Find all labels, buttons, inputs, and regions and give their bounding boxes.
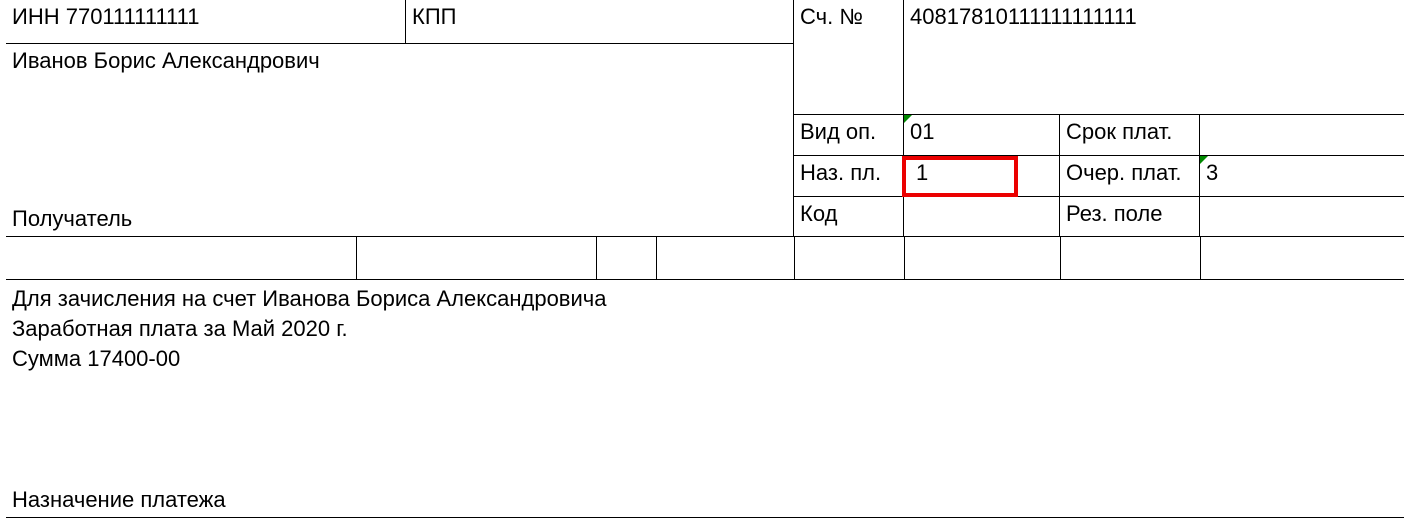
divider bbox=[1200, 237, 1201, 279]
excel-error-indicator-icon bbox=[904, 115, 912, 123]
srok-plat-label: Срок плат. bbox=[1066, 119, 1172, 144]
recipient-label: Получатель bbox=[12, 206, 132, 232]
kod-label: Код bbox=[800, 201, 837, 226]
purpose-line-1: Для зачисления на счет Иванова Бориса Ал… bbox=[12, 286, 606, 312]
vid-op-value: 01 bbox=[910, 119, 934, 144]
rez-pole-label: Рез. поле bbox=[1066, 201, 1163, 226]
purpose-line-3: Сумма 17400-00 bbox=[12, 346, 180, 372]
excel-error-indicator-icon bbox=[1200, 156, 1208, 164]
recipient-block: Иванов Борис Александрович Получатель bbox=[6, 44, 794, 237]
spacer-row bbox=[6, 237, 1404, 280]
kod-label-cell: Код bbox=[794, 197, 904, 237]
divider bbox=[656, 237, 657, 279]
purpose-label: Назначение платежа bbox=[12, 487, 226, 513]
divider bbox=[794, 237, 795, 279]
ocher-plat-value-cell: 3 bbox=[1200, 156, 1404, 197]
kod-value-cell bbox=[904, 197, 1060, 237]
recipient-name: Иванов Борис Александрович bbox=[12, 48, 320, 74]
divider bbox=[356, 237, 357, 279]
rez-pole-value-cell bbox=[1200, 197, 1404, 237]
naz-pl-label-cell: Наз. пл. bbox=[794, 156, 904, 197]
srok-plat-value-cell bbox=[1200, 115, 1404, 156]
account-value-cell: 40817810111111111111 bbox=[904, 0, 1404, 115]
purpose-line-2: Заработная плата за Май 2020 г. bbox=[12, 316, 348, 342]
naz-pl-value-cell: 1 bbox=[904, 156, 1060, 197]
naz-pl-value: 1 bbox=[910, 160, 928, 185]
inn-label: ИНН bbox=[12, 4, 60, 29]
vid-op-label-cell: Вид оп. bbox=[794, 115, 904, 156]
account-label: Сч. № bbox=[800, 4, 863, 29]
kpp-cell: КПП bbox=[406, 0, 794, 44]
account-label-cell: Сч. № bbox=[794, 0, 904, 115]
srok-plat-label-cell: Срок плат. bbox=[1060, 115, 1200, 156]
divider bbox=[596, 237, 597, 279]
inn-value: 770111111111 bbox=[66, 4, 200, 29]
inn-cell: ИНН 770111111111 bbox=[6, 0, 406, 44]
divider bbox=[904, 237, 905, 279]
ocher-plat-label: Очер. плат. bbox=[1066, 160, 1182, 185]
ocher-plat-label-cell: Очер. плат. bbox=[1060, 156, 1200, 197]
naz-pl-label: Наз. пл. bbox=[800, 160, 881, 185]
divider bbox=[1060, 237, 1061, 279]
payment-purpose-block: Для зачисления на счет Иванова Бориса Ал… bbox=[6, 280, 1404, 518]
vid-op-value-cell: 01 bbox=[904, 115, 1060, 156]
account-value-part1: 40817810 bbox=[910, 4, 1008, 29]
account-value-part2: 111111111111 bbox=[1008, 4, 1137, 29]
rez-pole-label-cell: Рез. поле bbox=[1060, 197, 1200, 237]
kpp-label: КПП bbox=[412, 4, 456, 29]
vid-op-label: Вид оп. bbox=[800, 119, 876, 144]
